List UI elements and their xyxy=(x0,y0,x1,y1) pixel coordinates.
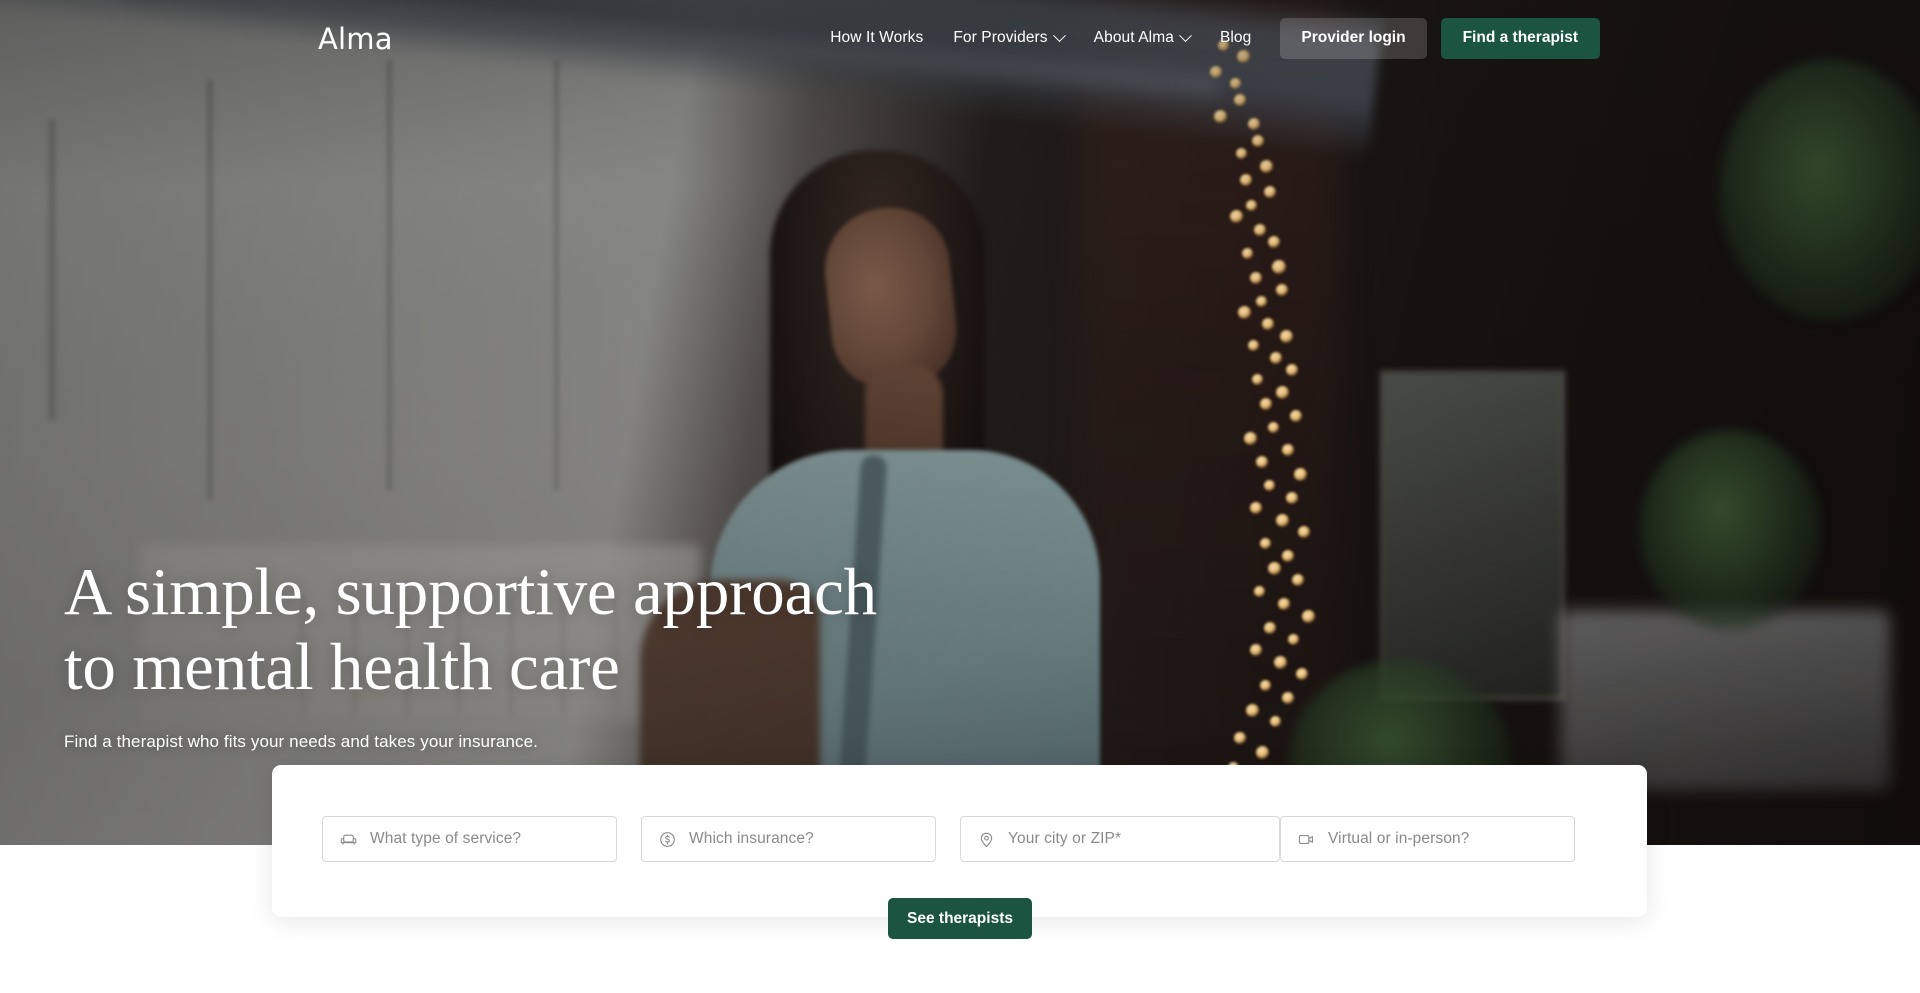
nav-link-label: Blog xyxy=(1219,29,1252,46)
top-navigation-bar: Alma How It Works For Providers About Al… xyxy=(0,0,1920,78)
hero-headline-line-1: A simple, supportive approach xyxy=(64,555,877,629)
hero-subheadline: Find a therapist who fits your needs and… xyxy=(64,732,538,752)
find-a-therapist-button[interactable]: Find a therapist xyxy=(1440,17,1600,59)
insurance-placeholder: Which insurance? xyxy=(689,830,814,847)
insurance-input[interactable]: Which insurance? xyxy=(641,816,936,862)
armchair-icon xyxy=(339,830,358,849)
provider-login-button[interactable]: Provider login xyxy=(1280,17,1427,59)
hero-text-block: A simple, supportive approach to mental … xyxy=(64,555,964,752)
nav-link-label: For Providers xyxy=(953,29,1048,46)
nav-link-label: How It Works xyxy=(830,29,924,46)
location-placeholder: Your city or ZIP* xyxy=(1008,830,1122,847)
nav-link-for-providers[interactable]: For Providers xyxy=(938,14,1078,62)
nav-links-group: How It Works For Providers About Alma Bl… xyxy=(815,14,1600,62)
nav-link-blog[interactable]: Blog xyxy=(1205,14,1266,62)
nav-link-label: About Alma xyxy=(1093,29,1174,46)
hero-headline-line-2: to mental health care xyxy=(64,630,620,705)
modality-placeholder: Virtual or in-person? xyxy=(1328,830,1470,847)
location-input[interactable]: Your city or ZIP* xyxy=(960,816,1280,862)
hero-headline: A simple, supportive approach to mental … xyxy=(64,555,964,705)
chevron-down-icon xyxy=(1052,28,1066,42)
alma-logo[interactable]: Alma xyxy=(318,22,393,56)
therapist-search-card: What type of service? Which insurance? Y… xyxy=(272,765,1647,917)
location-pin-icon xyxy=(977,830,996,849)
service-type-input[interactable]: What type of service? xyxy=(322,816,617,862)
dollar-circle-icon xyxy=(658,830,677,849)
search-fields-row: What type of service? Which insurance? Y… xyxy=(322,816,1575,862)
landing-page: Alma How It Works For Providers About Al… xyxy=(0,0,1920,993)
modality-input[interactable]: Virtual or in-person? xyxy=(1280,816,1575,862)
see-therapists-button[interactable]: See therapists xyxy=(888,898,1032,939)
nav-link-how-it-works[interactable]: How It Works xyxy=(815,14,938,62)
service-type-placeholder: What type of service? xyxy=(370,830,522,847)
video-camera-icon xyxy=(1297,830,1316,849)
chevron-down-icon xyxy=(1179,28,1192,42)
nav-link-about-alma[interactable]: About Alma xyxy=(1079,14,1205,62)
